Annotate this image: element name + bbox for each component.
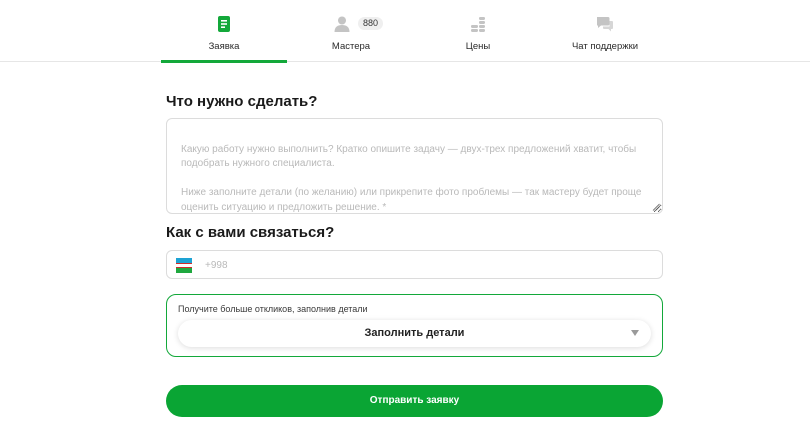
details-hint: Получите больше откликов, заполнив детал… (178, 304, 368, 314)
masters-count-badge: 880 (358, 17, 384, 30)
resize-grip-icon[interactable] (652, 203, 660, 211)
chevron-down-icon (631, 330, 639, 336)
contact-heading: Как с вами связаться? (166, 224, 335, 241)
task-description-textarea[interactable]: Какую работу нужно выполнить? Кратко опи… (166, 118, 663, 214)
phone-field[interactable] (166, 250, 663, 279)
tab-support-chat-label: Чат поддержки (571, 41, 639, 52)
task-heading: Что нужно сделать? (166, 93, 318, 110)
phone-input[interactable] (205, 256, 645, 274)
chat-icon (597, 17, 613, 32)
person-icon (334, 16, 350, 32)
task-description-placeholder: Какую работу нужно выполнить? Кратко опи… (181, 143, 642, 213)
tab-support-chat[interactable]: Чат поддержки (542, 0, 668, 62)
uzbekistan-flag-icon (176, 258, 192, 273)
tab-request[interactable]: Заявка (161, 0, 287, 63)
tab-prices[interactable]: Цены (415, 0, 541, 62)
document-icon (218, 16, 230, 32)
fill-details-button[interactable]: Заполнить детали (178, 320, 651, 347)
details-section: Получите больше откликов, заполнив детал… (166, 294, 663, 357)
submit-request-button[interactable]: Отправить заявку (166, 385, 663, 417)
fill-details-label: Заполнить детали (364, 327, 465, 339)
tab-masters-label: Мастера (331, 41, 371, 52)
tab-prices-label: Цены (465, 41, 491, 52)
submit-request-label: Отправить заявку (369, 395, 460, 406)
tab-masters[interactable]: 880 Мастера (288, 0, 414, 62)
top-navigation: Заявка 880 Мастера Цены Чат поддержки (0, 0, 810, 63)
coins-icon (471, 17, 485, 32)
tab-request-label: Заявка (208, 41, 240, 52)
